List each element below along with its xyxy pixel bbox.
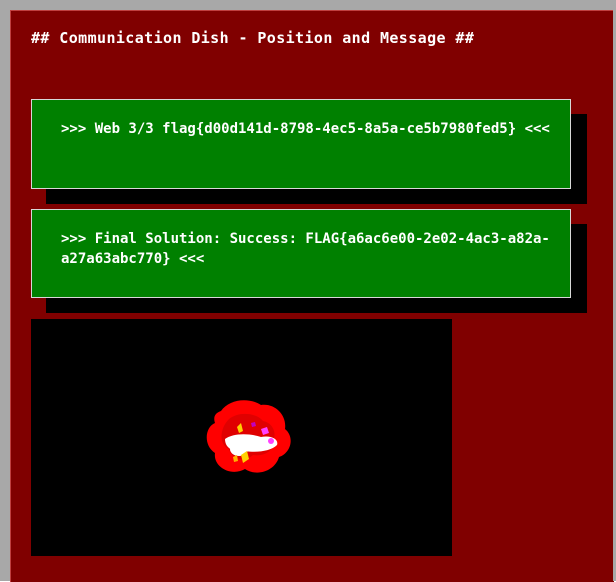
page-title: ## Communication Dish - Position and Mes… <box>31 29 475 47</box>
flag-message-final: >>> Final Solution: Success: FLAG{a6ac6e… <box>31 209 571 298</box>
flag-message-web: >>> Web 3/3 flag{d00d141d-8798-4ec5-8a5a… <box>31 99 571 189</box>
dish-viewport[interactable] <box>31 319 452 556</box>
browser-window: ## Communication Dish - Position and Mes… <box>0 0 616 582</box>
communication-dish-icon <box>206 400 291 473</box>
flag-message-final-text: >>> Final Solution: Success: FLAG{a6ac6e… <box>61 231 550 267</box>
flag-message-web-text: >>> Web 3/3 flag{d00d141d-8798-4ec5-8a5a… <box>61 121 550 137</box>
